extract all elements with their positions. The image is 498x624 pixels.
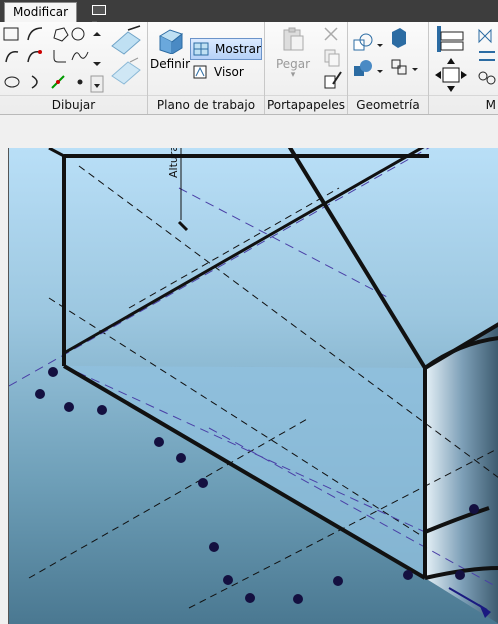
paste-icon	[283, 27, 304, 51]
circle-icon[interactable]	[71, 27, 85, 41]
viewer-label: Visor	[214, 65, 244, 79]
spline-icon[interactable]	[71, 51, 89, 61]
quick-access-dropdown[interactable]: ▾	[92, 4, 114, 30]
panel-workplane: Definir Mostrar Visor Plano de trabajo	[148, 22, 265, 114]
align-icon[interactable]	[437, 26, 464, 52]
polygon-icon[interactable]	[53, 27, 69, 42]
paste-label: Pegar	[275, 57, 311, 71]
ellipse-icon[interactable]	[4, 76, 20, 88]
panel-label-geometry: Geometría	[348, 95, 428, 114]
rotate-icon[interactable]	[478, 71, 496, 85]
panel-label-draw: Dibujar	[0, 95, 147, 114]
panel-modify: M	[429, 22, 498, 114]
define-label: Definir	[150, 57, 191, 71]
panel-geometry: Geometría	[348, 22, 429, 114]
window-icon	[92, 5, 106, 15]
fillet-icon[interactable]	[53, 50, 66, 63]
drawing-viewport[interactable]: Altura	[8, 148, 498, 624]
viewer-icon	[193, 65, 207, 79]
mirror-icon[interactable]	[478, 28, 492, 44]
cut-geometry-icon[interactable]	[392, 28, 406, 48]
paste-button[interactable]: Pegar ▾	[271, 26, 315, 80]
scroll-up-icon[interactable]	[93, 32, 101, 36]
pick-line-icon[interactable]	[51, 75, 65, 89]
show-label: Mostrar	[215, 42, 261, 56]
show-workplane-icon	[193, 42, 209, 56]
join-geometry-icon[interactable]	[353, 33, 383, 51]
define-workplane-icon	[158, 29, 184, 55]
height-parameter[interactable]: Altura	[167, 148, 189, 232]
geometry-tools	[353, 28, 418, 76]
point-icon[interactable]	[77, 79, 83, 85]
tangent-arc-icon[interactable]	[27, 50, 42, 63]
match-properties-icon[interactable]	[324, 71, 342, 89]
panel-label-workplane: Plano de trabajo	[148, 95, 264, 114]
ribbon-tab-bar: Modificar ▾	[0, 0, 498, 30]
paste-dropdown-icon[interactable]: ▾	[271, 71, 315, 80]
options-bar	[0, 115, 498, 149]
draw-mode-icon[interactable]	[111, 25, 141, 55]
scroll-down-icon[interactable]	[93, 62, 101, 66]
arc-three-point-icon[interactable]	[5, 50, 19, 63]
wall-joins-icon[interactable]	[354, 60, 383, 76]
cut-icon[interactable]	[324, 27, 338, 41]
line-icon[interactable]	[3, 27, 19, 41]
split-face-icon[interactable]	[391, 59, 418, 75]
arc-icon[interactable]	[27, 27, 43, 41]
clipboard-tools	[324, 27, 342, 89]
project-browser-edge	[0, 148, 8, 624]
offset-icon[interactable]	[479, 51, 495, 61]
partial-ellipse-icon[interactable]	[31, 75, 38, 89]
panel-clipboard: Pegar ▾ Portapapeles	[265, 22, 348, 114]
define-button[interactable]: Definir	[150, 26, 190, 71]
move-icon[interactable]	[435, 58, 467, 92]
copy-icon[interactable]	[324, 49, 340, 67]
3d-model-view: Altura	[9, 148, 498, 624]
modify-tools	[435, 26, 496, 92]
panel-label-modify: M	[429, 95, 498, 114]
tab-modificar[interactable]: Modificar	[4, 2, 78, 23]
height-label: Altura	[167, 148, 180, 178]
ribbon: Dibujar Definir Mostrar Visor Plano de t…	[0, 22, 498, 115]
draw-tools	[3, 25, 141, 93]
draw-mode-2-icon[interactable]	[111, 57, 141, 85]
more-icon[interactable]	[90, 75, 104, 93]
panel-label-clipboard: Portapapeles	[265, 95, 347, 114]
show-workplane-button[interactable]: Mostrar	[190, 38, 262, 60]
panel-draw: Dibujar	[0, 22, 148, 114]
viewer-button[interactable]: Visor	[190, 62, 260, 82]
